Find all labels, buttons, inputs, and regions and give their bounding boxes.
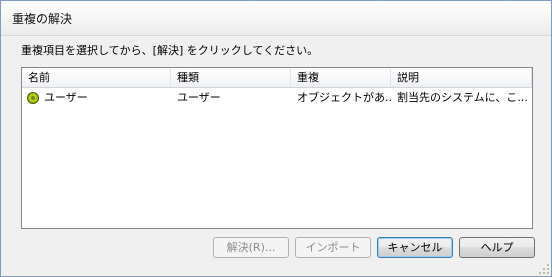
- duplicates-list[interactable]: 名前 種類 重複 説明 ユーザー ユーザー オブジェクトがあ... 割当先のシス…: [21, 67, 533, 229]
- cancel-button[interactable]: キャンセル: [377, 237, 453, 258]
- help-button[interactable]: ヘルプ: [459, 237, 535, 258]
- import-button[interactable]: インポート: [295, 237, 371, 258]
- column-header-name[interactable]: 名前: [22, 68, 171, 87]
- column-header-description[interactable]: 説明: [391, 68, 532, 87]
- cell-name: ユーザー: [22, 88, 171, 108]
- column-header-duplicate[interactable]: 重複: [291, 68, 391, 87]
- cell-description: 割当先のシステムに、こ...: [397, 91, 528, 104]
- column-header-type[interactable]: 種類: [171, 68, 291, 87]
- cell-duplicate: オブジェクトがあ...: [297, 91, 391, 104]
- resize-grip-icon[interactable]: [539, 264, 549, 274]
- list-header: 名前 種類 重複 説明: [22, 68, 532, 88]
- list-item[interactable]: ユーザー ユーザー オブジェクトがあ... 割当先のシステムに、こ...: [22, 88, 532, 108]
- resolve-button[interactable]: 解決(R)...: [213, 237, 289, 258]
- green-status-dot-icon: [27, 92, 39, 104]
- cell-type: ユーザー: [177, 91, 221, 104]
- resolve-duplicates-dialog: 重複の解決 重複項目を選択してから、[解決] をクリックしてください。 名前 種…: [0, 0, 552, 277]
- window-title: 重複の解決: [12, 12, 73, 26]
- title-bar[interactable]: 重複の解決: [1, 1, 551, 36]
- item-name: ユーザー: [44, 91, 88, 104]
- instruction-text: 重複項目を選択してから、[解決] をクリックしてください。: [21, 44, 319, 57]
